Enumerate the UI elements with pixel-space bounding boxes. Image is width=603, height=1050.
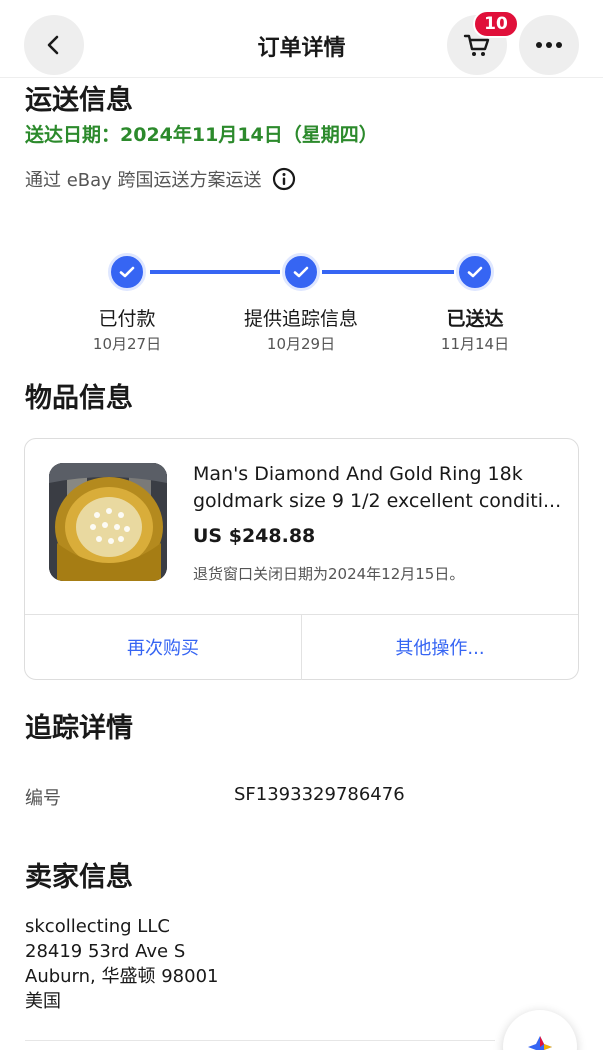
- buy-again-button[interactable]: 再次购买: [25, 614, 301, 680]
- cart-count-badge: 10: [473, 10, 519, 38]
- order-details-page: 订单详情 10 运送信息 送达日期：2024年11月14日（星期四） 通过 eB…: [0, 0, 603, 1050]
- step-complete-marker: [456, 253, 494, 291]
- other-actions-button[interactable]: 其他操作...: [302, 614, 578, 680]
- item-title-line: goldmark size 9 1/2 excellent conditi...: [193, 490, 562, 512]
- step-date-paid: 10月27日: [92, 335, 162, 353]
- more-horizontal-icon: [536, 42, 562, 48]
- ring-image: [49, 463, 167, 581]
- top-app-bar: 订单详情 10: [0, 0, 603, 78]
- sparkle-icon: [528, 1036, 552, 1050]
- more-options-button[interactable]: [519, 15, 579, 75]
- shipping-method: 通过 eBay 跨国运送方案运送: [25, 166, 296, 192]
- step-complete-marker: [108, 253, 146, 291]
- tracking-number-label: 编号: [25, 788, 61, 809]
- seller-address-country: 美国: [25, 991, 61, 1012]
- delivery-date: 送达日期：2024年11月14日（星期四）: [25, 124, 378, 146]
- item-price: US $248.88: [193, 525, 316, 547]
- step-label-delivered: 已送达: [446, 308, 504, 330]
- step-date-tracking: 10月29日: [266, 335, 336, 353]
- check-icon: [467, 266, 483, 278]
- step-complete-marker: [282, 253, 320, 291]
- item-title-link[interactable]: Man's Diamond And Gold Ring 18k goldmark…: [193, 461, 573, 515]
- item-title-line: Man's Diamond And Gold Ring 18k: [193, 463, 523, 485]
- seller-heading: 卖家信息: [25, 862, 133, 893]
- step-date-delivered: 11月14日: [440, 335, 510, 353]
- section-divider: [25, 1040, 495, 1041]
- shipping-method-text: 通过 eBay 跨国运送方案运送: [25, 170, 262, 191]
- item-card: Man's Diamond And Gold Ring 18k goldmark…: [24, 438, 579, 680]
- progress-line-1: [150, 270, 280, 274]
- assistant-fab[interactable]: [503, 1010, 577, 1050]
- check-icon: [293, 266, 309, 278]
- item-heading: 物品信息: [25, 383, 133, 414]
- step-label-paid: 已付款: [98, 308, 156, 330]
- item-thumbnail[interactable]: [49, 463, 167, 581]
- seller-address-city: Auburn, 华盛顿 98001: [25, 966, 219, 987]
- return-window-note: 退货窗口关闭日期为2024年12月15日。: [193, 565, 465, 583]
- info-icon[interactable]: [272, 167, 296, 191]
- step-label-tracking: 提供追踪信息: [243, 308, 358, 330]
- progress-line-2: [322, 270, 454, 274]
- seller-address-street: 28419 53rd Ave S: [25, 941, 186, 962]
- tracking-heading: 追踪详情: [25, 713, 133, 744]
- check-icon: [119, 266, 135, 278]
- tracking-number-value[interactable]: SF1393329786476: [234, 784, 405, 805]
- shipping-heading: 运送信息: [25, 85, 133, 116]
- seller-name: skcollecting LLC: [25, 916, 170, 937]
